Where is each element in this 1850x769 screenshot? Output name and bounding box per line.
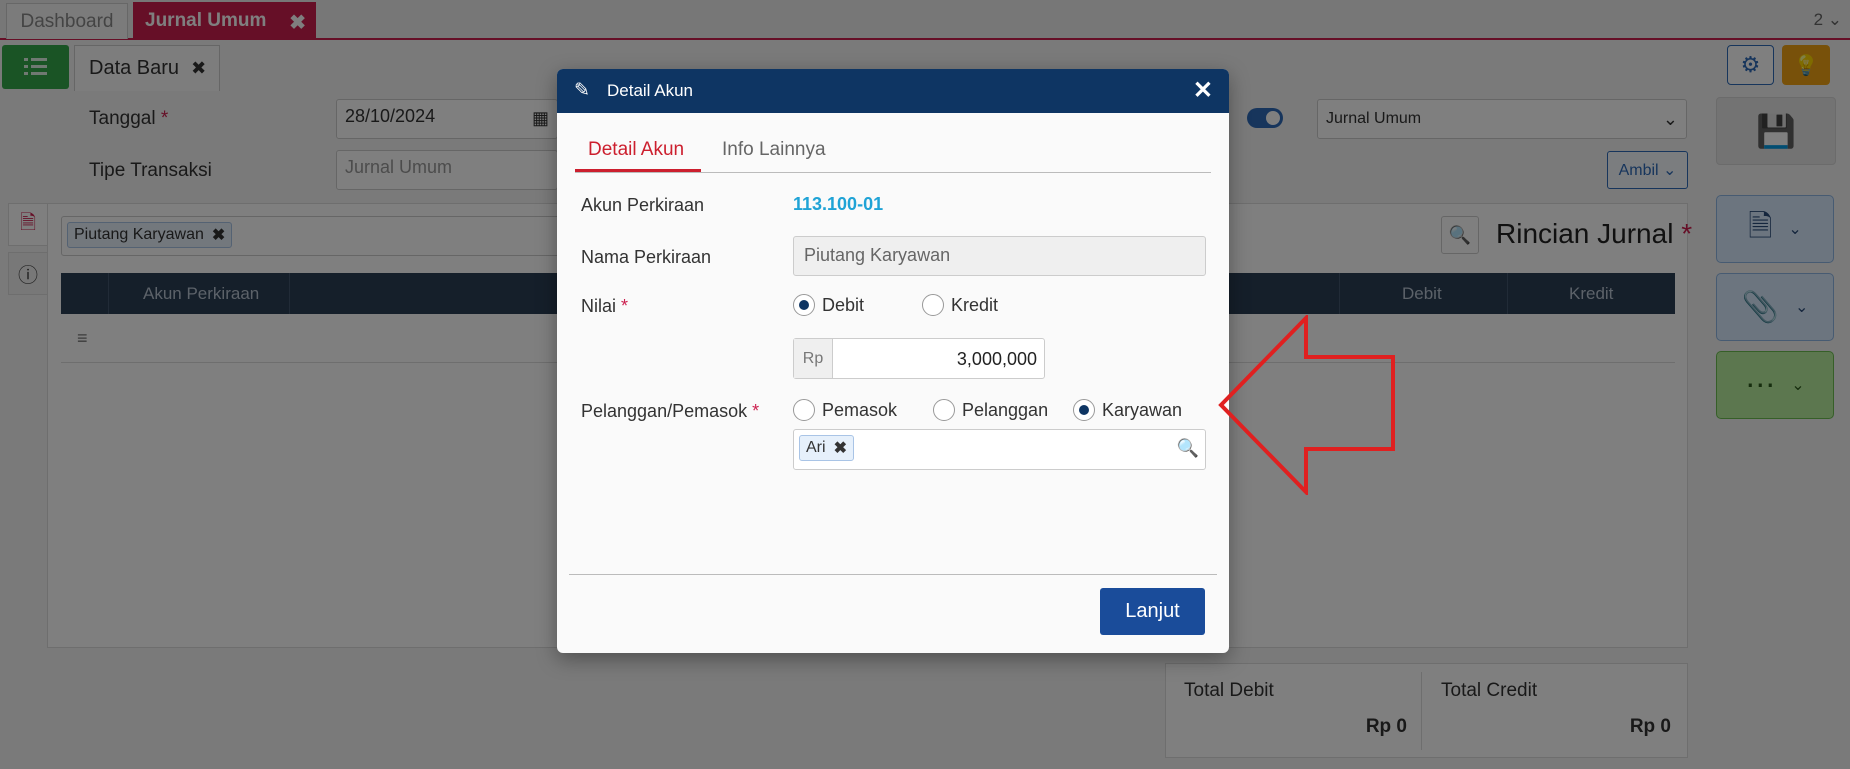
lanjut-button[interactable]: Lanjut xyxy=(1100,588,1205,635)
detail-akun-modal: ✎ Detail Akun ✕ Detail Akun Info Lainnya… xyxy=(557,69,1229,653)
karyawan-select-field[interactable]: Ari ✖ 🔍 xyxy=(793,429,1206,470)
radio-circle xyxy=(922,294,944,316)
karyawan-chip: Ari ✖ xyxy=(799,435,854,461)
modal-tabs: Detail Akun Info Lainnya xyxy=(575,131,1211,173)
radio-pemasok[interactable]: Pemasok xyxy=(793,399,897,421)
modal-title: Detail Akun xyxy=(607,81,693,100)
modal-header: ✎ Detail Akun ✕ xyxy=(557,69,1229,113)
radio-circle-selected xyxy=(793,294,815,316)
radio-debit[interactable]: Debit xyxy=(793,294,864,316)
annotation-arrow xyxy=(1218,315,1395,495)
close-icon[interactable]: ✕ xyxy=(1193,76,1213,105)
nilai-label-text: Nilai xyxy=(581,296,617,316)
required-mark: * xyxy=(621,296,629,316)
radio-circle xyxy=(793,399,815,421)
radio-debit-label: Debit xyxy=(822,294,865,315)
footer-divider xyxy=(569,574,1217,575)
radio-pelanggan[interactable]: Pelanggan xyxy=(933,399,1048,421)
currency-prefix: Rp xyxy=(794,339,833,378)
radio-circle xyxy=(933,399,955,421)
amount-field[interactable]: Rp 3,000,000 xyxy=(793,338,1045,379)
required-mark: * xyxy=(752,401,760,421)
remove-chip-icon[interactable]: ✖ xyxy=(834,438,847,458)
radio-kredit[interactable]: Kredit xyxy=(922,294,998,316)
pelanggan-pemasok-label: Pelanggan/Pemasok * xyxy=(581,401,759,422)
radio-pemasok-label: Pemasok xyxy=(822,399,898,420)
radio-kredit-label: Kredit xyxy=(951,294,999,315)
amount-value: 3,000,000 xyxy=(956,349,1037,369)
tab-info-lainnya[interactable]: Info Lainnya xyxy=(722,139,826,161)
radio-karyawan-label: Karyawan xyxy=(1102,399,1183,420)
pencil-icon: ✎ xyxy=(574,80,590,101)
akun-perkiraan-value[interactable]: 113.100-01 xyxy=(793,194,883,215)
radio-pelanggan-label: Pelanggan xyxy=(962,399,1049,420)
radio-circle-selected xyxy=(1073,399,1095,421)
akun-perkiraan-label: Akun Perkiraan xyxy=(581,195,705,215)
nilai-label: Nilai * xyxy=(581,296,628,317)
karyawan-chip-label: Ari xyxy=(806,439,826,456)
tab-detail-akun[interactable]: Detail Akun xyxy=(588,139,684,161)
nama-perkiraan-field: Piutang Karyawan xyxy=(793,236,1206,276)
radio-karyawan[interactable]: Karyawan xyxy=(1073,399,1182,421)
active-tab-indicator xyxy=(575,169,701,172)
nama-perkiraan-label: Nama Perkiraan xyxy=(581,247,712,267)
search-icon[interactable]: 🔍 xyxy=(1177,438,1199,459)
pelanggan-label-text: Pelanggan/Pemasok xyxy=(581,401,748,421)
